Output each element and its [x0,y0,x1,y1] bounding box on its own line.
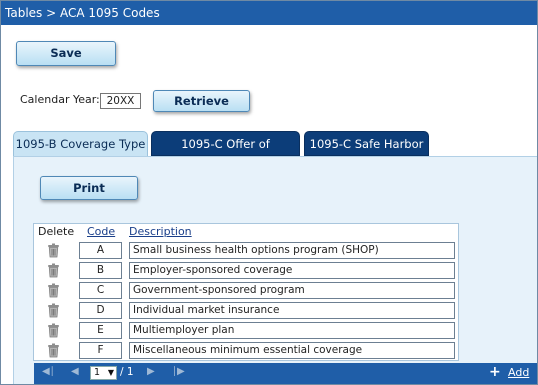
tab-1095c-safe-harbor[interactable]: 1095-C Safe Harbor [304,131,429,156]
table-header: Delete Code Description [34,224,458,240]
description-field[interactable]: Employer-sponsored coverage [129,262,455,279]
code-field[interactable]: F [79,342,122,359]
code-field[interactable]: B [79,262,122,279]
description-field[interactable]: Government-sponsored program [129,282,455,299]
trash-icon[interactable] [47,343,60,358]
add-plus-icon[interactable]: + [489,364,501,380]
calendar-year-label: Calendar Year: [20,93,100,106]
window-frame: Tables > ACA 1095 Codes Save Calendar Ye… [0,0,538,385]
code-field[interactable]: C [79,282,122,299]
table-row: E Multiemployer plan [34,321,458,341]
trash-icon[interactable] [47,243,60,258]
description-field[interactable]: Individual market insurance [129,302,455,319]
breadcrumb: Tables > ACA 1095 Codes [5,6,160,20]
save-button[interactable]: Save [16,41,116,66]
code-field[interactable]: D [79,302,122,319]
trash-icon[interactable] [47,323,60,338]
add-link[interactable]: Add [508,366,529,379]
calendar-year-input[interactable]: 20XX [100,93,141,109]
column-header-description[interactable]: Description [129,224,192,240]
column-header-code[interactable]: Code [87,224,115,240]
table-row: B Employer-sponsored coverage [34,261,458,281]
code-field[interactable]: A [79,242,122,259]
print-button[interactable]: Print [40,176,138,200]
table-row: A Small business health options program (… [34,241,458,261]
table-row: C Government-sponsored program [34,281,458,301]
page-number-select[interactable]: 1 ▼ [90,366,117,380]
table-row: D Individual market insurance [34,301,458,321]
trash-icon[interactable] [47,283,60,298]
trash-icon[interactable] [47,303,60,318]
tab-bar: 1095-B Coverage Type 1095-C Offer of Cov… [13,131,537,176]
retrieve-button[interactable]: Retrieve [153,90,250,112]
next-page-icon[interactable]: ▶ [147,366,155,377]
trash-icon[interactable] [47,263,60,278]
table-row: F Miscellaneous minimum essential coverag… [34,341,458,361]
tab-1095b-coverage-type[interactable]: 1095-B Coverage Type [13,131,148,156]
code-field[interactable]: E [79,322,122,339]
chevron-down-icon: ▼ [107,368,114,377]
column-header-delete: Delete [38,225,75,238]
description-field[interactable]: Multiemployer plan [129,322,455,339]
first-page-icon[interactable]: ◀∣ [42,366,55,377]
description-field[interactable]: Miscellaneous minimum essential coverage [129,342,455,359]
title-bar: Tables > ACA 1095 Codes [1,1,537,25]
page-total: / 1 [120,366,134,378]
description-field[interactable]: Small business health options program (S… [129,242,455,259]
prev-page-icon[interactable]: ◀ [71,366,79,377]
tab-1095c-offer-of-coverage[interactable]: 1095-C Offer of Coverage [151,131,300,176]
codes-table: Delete Code Description A Small business … [33,223,459,361]
last-page-icon[interactable]: ∣▶ [172,366,185,377]
page-number-value: 1 [94,367,101,378]
pager-bar: ◀∣ ◀ 1 ▼ / 1 ▶ ∣▶ + Add [34,363,537,384]
